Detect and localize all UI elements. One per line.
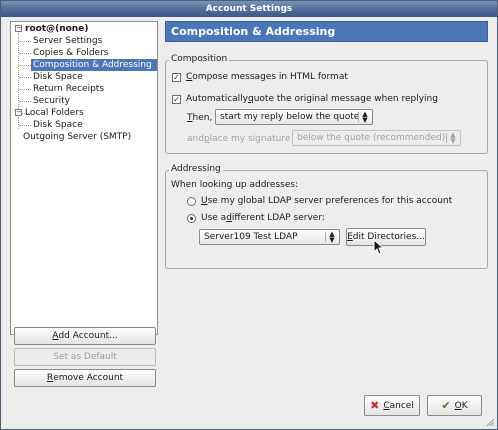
label-part: se my global LDAP server preferences for…	[207, 196, 453, 206]
tree-guide-line	[19, 65, 31, 66]
collapse-expander-icon[interactable]: −	[15, 109, 22, 116]
auto-quote-checkbox[interactable]: ✓	[172, 94, 181, 104]
title-bar: Account Settings	[1, 1, 497, 17]
page-title: Composition & Addressing	[165, 21, 488, 42]
tree-item-label: Disk Space	[33, 72, 83, 82]
select-value: below the quote (recommended)	[297, 133, 446, 143]
tree-guide-line	[19, 125, 31, 126]
select-value: Server109 Test LDAP	[204, 232, 298, 242]
tree-item-local-folders[interactable]: Local Folders	[25, 107, 84, 119]
lookup-label-text: When looking up addresses:	[171, 180, 299, 190]
label-part: lace my signature	[209, 134, 291, 144]
account-tree[interactable]: − root@(none) Server Settings Copies & F…	[10, 21, 158, 335]
label-part: ompose messages in HTML format	[192, 72, 348, 82]
button-label: Set as Default	[53, 352, 117, 362]
label-part: hen,	[192, 113, 213, 123]
tree-guide-line	[18, 117, 19, 129]
ldap-server-select[interactable]: Server109 Test LDAP ▲ ▼	[199, 229, 340, 245]
tree-item-label: Server Settings	[33, 36, 103, 46]
compose-html-checkbox[interactable]: ✓	[172, 72, 181, 82]
window-title: Account Settings	[205, 4, 293, 14]
addressing-group-title: Addressing	[169, 164, 223, 174]
tree-item-security[interactable]: Security	[33, 95, 70, 107]
button-label-part: ancel	[389, 400, 414, 411]
tree-guide-line	[19, 53, 31, 54]
tree-item-server-settings[interactable]: Server Settings	[33, 35, 102, 47]
tree-item-outgoing-server[interactable]: Outgoing Server (SMTP)	[23, 131, 131, 143]
ok-button[interactable]: ✔ OK	[427, 395, 482, 416]
tree-item-label: Composition & Addressing	[33, 60, 152, 70]
chevron-up-down-icon: ▲ ▼	[450, 131, 456, 145]
button-label-part: dd Account...	[58, 331, 118, 341]
chevron-up-down-icon: ▲ ▼	[329, 230, 335, 244]
tree-item-label: Security	[33, 96, 70, 106]
label-part: Automatically	[186, 94, 248, 104]
cancel-icon: ✖	[370, 399, 380, 412]
different-ldap-radio[interactable]	[187, 213, 196, 223]
button-label-part: dit Directories...	[352, 232, 425, 242]
composition-group-title: Composition	[169, 54, 230, 64]
global-ldap-radio[interactable]	[187, 196, 196, 206]
tree-item-label: Local Folders	[25, 108, 84, 118]
chevron-up-down-icon: ▲ ▼	[362, 110, 368, 124]
button-mnemonic: O	[454, 400, 462, 411]
page-title-text: Composition & Addressing	[171, 25, 336, 38]
ok-icon: ✔	[441, 399, 451, 412]
mouse-cursor-icon	[373, 239, 385, 255]
add-account-button[interactable]: Add Account...	[14, 327, 156, 345]
button-label-part: K	[461, 400, 468, 411]
different-ldap-radio-row[interactable]: Use a d ifferent LDAP server:	[187, 213, 325, 223]
global-ldap-radio-row[interactable]: Use my global LDAP server preferences fo…	[187, 196, 452, 206]
tree-guide-line	[19, 89, 31, 90]
auto-quote-checkbox-row[interactable]: ✓ Automatically q uote the original messa…	[172, 94, 438, 104]
tree-item-disk-space[interactable]: Disk Space	[33, 71, 83, 83]
tree-item-label: Outgoing Server (SMTP)	[23, 132, 132, 142]
tree-item-label: Return Receipts	[33, 84, 105, 94]
reply-position-select[interactable]: start my reply below the quote ▲ ▼	[215, 109, 373, 125]
tree-guide-line	[19, 41, 31, 42]
select-separator	[446, 133, 447, 143]
lookup-label: When looking up addresses:	[171, 180, 298, 190]
tree-item-label: Disk Space	[33, 120, 83, 130]
label-part: Use a	[201, 213, 227, 223]
signature-label: and p lace my signature	[187, 134, 290, 144]
collapse-expander-icon[interactable]: −	[15, 25, 22, 32]
tree-item-copies-folders[interactable]: Copies & Folders	[33, 47, 108, 59]
select-separator	[358, 112, 359, 122]
resize-grip-icon[interactable]	[485, 417, 495, 427]
select-value: start my reply below the quote	[220, 112, 360, 122]
tree-item-account-root[interactable]: root@(none)	[25, 23, 88, 35]
tree-item-label: Copies & Folders	[33, 48, 109, 58]
compose-html-checkbox-row[interactable]: ✓ Compose messages in HTML format	[172, 72, 348, 82]
edit-directories-button[interactable]: Edit Directories...	[346, 228, 426, 246]
label-mnemonic: U	[201, 196, 208, 206]
set-as-default-button[interactable]: Set as Default	[14, 348, 156, 366]
signature-position-select[interactable]: below the quote (recommended) ▲ ▼	[292, 130, 461, 146]
tree-item-return-receipts[interactable]: Return Receipts	[33, 83, 104, 95]
label-part: and	[187, 134, 204, 144]
tree-guide-line	[19, 101, 31, 102]
remove-account-button[interactable]: Remove Account	[14, 369, 156, 387]
cancel-button[interactable]: ✖ Cancel	[364, 395, 420, 416]
then-label: Then,	[187, 113, 212, 123]
tree-item-composition-addressing[interactable]: Composition & Addressing	[31, 59, 157, 71]
label-part: ifferent LDAP server:	[231, 213, 325, 223]
tree-item-label: root@(none)	[25, 24, 89, 34]
tree-guide-line	[19, 77, 31, 78]
account-settings-window: Account Settings − root@(none) Server Se…	[0, 0, 498, 430]
select-separator	[325, 232, 326, 242]
button-label-part: emove Account	[53, 373, 124, 383]
tree-item-local-disk-space[interactable]: Disk Space	[33, 119, 83, 131]
label-part: uote the original message when replying	[253, 94, 438, 104]
window-client: − root@(none) Server Settings Copies & F…	[1, 17, 497, 429]
